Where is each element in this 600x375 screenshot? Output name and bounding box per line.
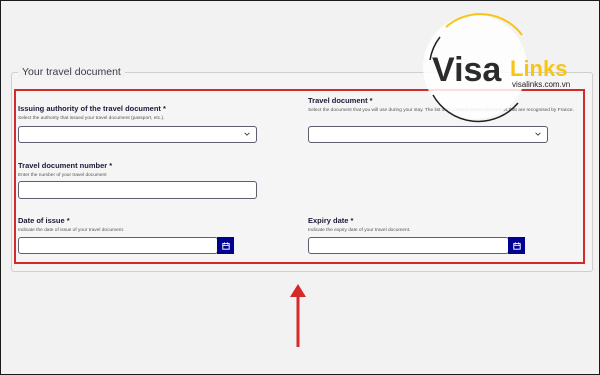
logo-links-text: Links <box>510 56 567 81</box>
up-arrow-icon <box>290 284 306 347</box>
logo-domain-text: visalinks.com.vn <box>512 80 570 89</box>
visalinks-logo: Visa Links visalinks.com.vn <box>423 13 570 123</box>
section-legend: Your travel document <box>18 66 125 78</box>
logo-visa-text: Visa <box>432 51 502 89</box>
